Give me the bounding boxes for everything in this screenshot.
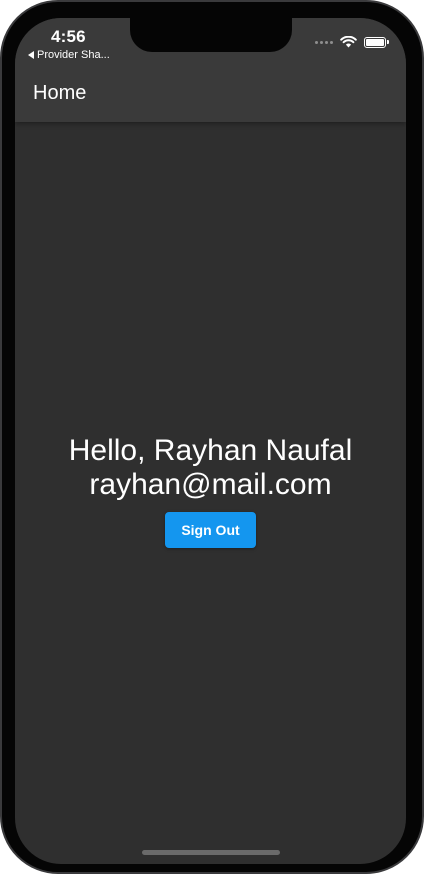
status-time: 4:56: [51, 27, 86, 46]
greeting-text: Hello, Rayhan Naufal: [68, 434, 353, 467]
cellular-dots-icon: [315, 40, 333, 44]
sign-out-button[interactable]: Sign Out: [165, 512, 256, 548]
back-app-label: Provider Sha...: [37, 49, 110, 61]
profile-content: Hello, Rayhan Naufal rayhan@mail.com Sig…: [15, 434, 406, 548]
status-indicators: [315, 36, 389, 48]
device-frame: 4:56 Provider Sha... Home Hello, Rayhan …: [0, 0, 424, 874]
back-to-app-link[interactable]: Provider Sha...: [28, 49, 110, 61]
wifi-icon: [340, 36, 357, 48]
camera-notch: [130, 18, 292, 52]
home-indicator[interactable]: [142, 850, 280, 855]
user-email: rayhan@mail.com: [89, 468, 332, 501]
back-arrow-icon: [28, 51, 34, 59]
page-title: Home: [33, 82, 87, 104]
screen: 4:56 Provider Sha... Home Hello, Rayhan …: [15, 18, 406, 864]
battery-icon: [364, 36, 389, 48]
battery-level-fill: [366, 38, 384, 46]
